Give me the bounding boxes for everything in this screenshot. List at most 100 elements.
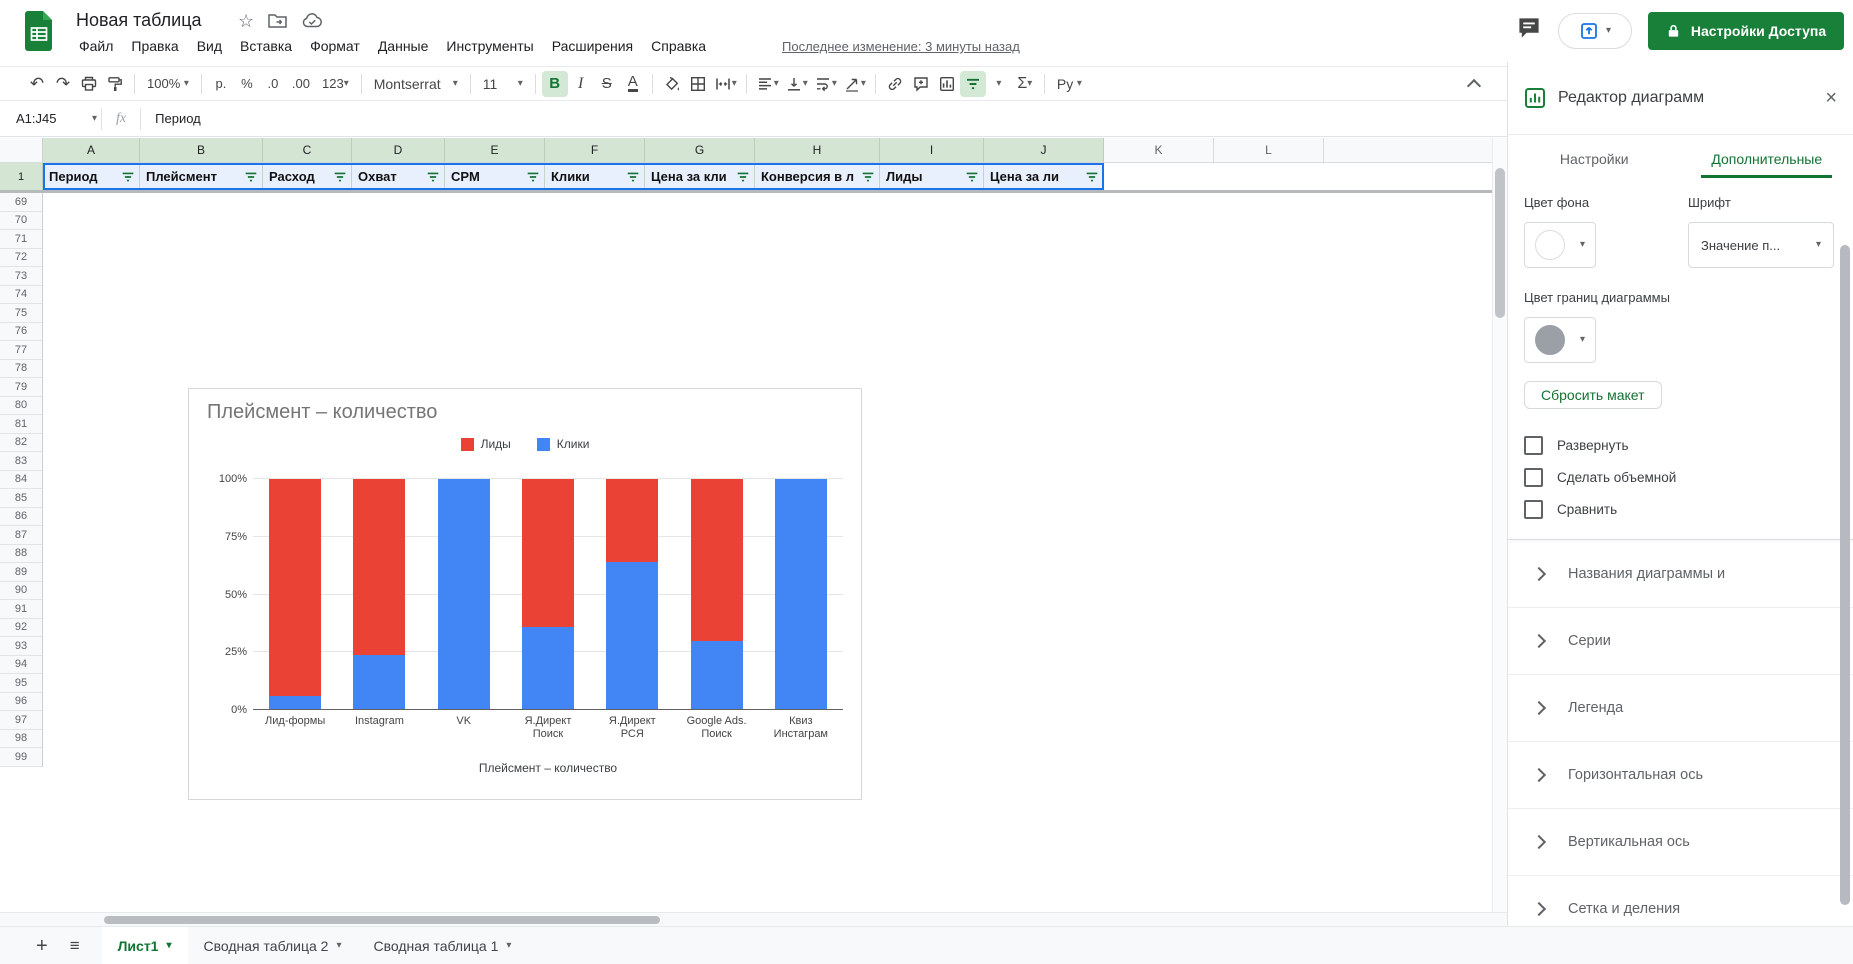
filter-icon[interactable] xyxy=(425,169,441,185)
row-number[interactable]: 87 xyxy=(0,526,42,545)
zoom-select[interactable]: 100% ▾ xyxy=(141,71,195,97)
row-number[interactable]: 89 xyxy=(0,563,42,582)
select-all-corner[interactable] xyxy=(0,138,43,163)
frozen-row-divider[interactable] xyxy=(0,190,1492,193)
percent-format-button[interactable]: % xyxy=(234,71,260,97)
column-header[interactable]: G xyxy=(645,138,755,163)
header-cell[interactable]: Плейсмент xyxy=(140,163,263,190)
header-cell[interactable]: Цена за ли xyxy=(984,163,1104,190)
menu-item[interactable]: Вставка xyxy=(231,36,301,56)
row-number[interactable]: 83 xyxy=(0,452,42,471)
filter-icon[interactable] xyxy=(964,169,980,185)
checkbox-row[interactable]: Сравнить xyxy=(1524,493,1837,525)
row-header-1[interactable]: 1 xyxy=(0,163,43,190)
row-number[interactable]: 84 xyxy=(0,471,42,490)
bold-button[interactable]: B xyxy=(542,71,568,97)
filter-views-caret[interactable]: ▾ xyxy=(986,71,1012,97)
row-number[interactable]: 81 xyxy=(0,415,42,434)
row-number[interactable]: 77 xyxy=(0,341,42,360)
filter-button[interactable] xyxy=(960,71,986,97)
row-number[interactable]: 78 xyxy=(0,360,42,379)
formula-input[interactable]: Период xyxy=(155,111,201,126)
input-tools-button[interactable]: Ру ▾ xyxy=(1051,71,1088,97)
borders-icon[interactable] xyxy=(685,71,711,97)
panel-section[interactable]: Вертикальная ось xyxy=(1508,808,1853,875)
row-number[interactable]: 92 xyxy=(0,619,42,638)
row-number[interactable]: 70 xyxy=(0,212,42,231)
fill-color-icon[interactable] xyxy=(659,71,685,97)
panel-section[interactable]: Названия диаграммы и xyxy=(1508,540,1853,607)
merge-cells-button[interactable]: ▾ xyxy=(711,71,740,97)
row-number[interactable]: 73 xyxy=(0,267,42,286)
row-number[interactable]: 90 xyxy=(0,582,42,601)
checkbox[interactable] xyxy=(1524,500,1543,519)
menu-item[interactable]: Формат xyxy=(301,36,369,56)
insert-comment-icon[interactable] xyxy=(908,71,934,97)
undo-icon[interactable]: ↶ xyxy=(24,71,50,97)
sheet-tab[interactable]: Лист1▾ xyxy=(102,927,188,964)
horizontal-scrollbar[interactable] xyxy=(0,912,1507,926)
filter-icon[interactable] xyxy=(625,169,641,185)
row-number[interactable]: 86 xyxy=(0,508,42,527)
column-header[interactable]: K xyxy=(1104,138,1214,163)
filter-icon[interactable] xyxy=(735,169,751,185)
header-cell[interactable]: Охват xyxy=(352,163,445,190)
header-cell[interactable]: Период xyxy=(43,163,140,190)
reset-layout-button[interactable]: Сбросить макет xyxy=(1524,381,1662,409)
sheets-logo-icon[interactable] xyxy=(24,10,54,52)
font-select[interactable]: Montserrat▾ xyxy=(368,71,464,97)
column-header[interactable]: F xyxy=(545,138,645,163)
header-cell[interactable]: Цена за кли xyxy=(645,163,755,190)
row-number[interactable]: 93 xyxy=(0,637,42,656)
strikethrough-button[interactable]: S xyxy=(594,71,620,97)
text-wrap-button[interactable]: ▾ xyxy=(811,71,840,97)
header-cell[interactable]: Лиды xyxy=(880,163,984,190)
filter-icon[interactable] xyxy=(332,169,348,185)
insert-link-icon[interactable] xyxy=(882,71,908,97)
redo-icon[interactable]: ↷ xyxy=(50,71,76,97)
filter-icon[interactable] xyxy=(1084,169,1100,185)
column-header[interactable]: I xyxy=(880,138,984,163)
panel-section[interactable]: Легенда xyxy=(1508,674,1853,741)
column-header[interactable]: E xyxy=(445,138,545,163)
menu-item[interactable]: Справка xyxy=(642,36,715,56)
column-header[interactable]: A xyxy=(43,138,140,163)
hide-menus-button[interactable] xyxy=(1462,72,1486,96)
close-icon[interactable]: × xyxy=(1825,88,1837,108)
italic-button[interactable]: I xyxy=(568,71,594,97)
increase-decimal-button[interactable]: .00 xyxy=(286,71,316,97)
embedded-chart[interactable]: Плейсмент – количество ЛидыКлики 0%25%50… xyxy=(188,388,862,800)
panel-scrollbar-thumb[interactable] xyxy=(1840,245,1850,905)
menu-item[interactable]: Файл xyxy=(70,36,122,56)
text-color-button[interactable]: A xyxy=(620,71,646,97)
row-number[interactable]: 91 xyxy=(0,600,42,619)
currency-format-button[interactable]: р. xyxy=(208,71,234,97)
text-rotation-button[interactable]: ▾ xyxy=(840,71,869,97)
row-number[interactable]: 85 xyxy=(0,489,42,508)
last-edit-link[interactable]: Последнее изменение: 3 минуты назад xyxy=(782,39,1020,54)
row-number[interactable]: 98 xyxy=(0,730,42,749)
header-cell[interactable]: Расход xyxy=(263,163,352,190)
sheet-tab[interactable]: Сводная таблица 2▾ xyxy=(188,927,358,964)
checkbox[interactable] xyxy=(1524,468,1543,487)
column-header[interactable]: D xyxy=(352,138,445,163)
name-box-caret[interactable]: ▾ xyxy=(92,114,97,124)
menu-item[interactable]: Инструменты xyxy=(437,36,542,56)
panel-tab[interactable]: Дополнительные xyxy=(1681,135,1853,181)
panel-section[interactable]: Серии xyxy=(1508,607,1853,674)
all-sheets-icon[interactable]: ≡ xyxy=(70,937,80,954)
share-access-button[interactable]: Настройки Доступа xyxy=(1648,12,1844,50)
checkbox-row[interactable]: Развернуть xyxy=(1524,429,1837,461)
row-number[interactable]: 74 xyxy=(0,286,42,305)
paint-format-icon[interactable] xyxy=(102,71,128,97)
row-number[interactable]: 76 xyxy=(0,323,42,342)
header-cell[interactable]: Клики xyxy=(545,163,645,190)
background-color-picker[interactable]: ▾ xyxy=(1524,222,1596,268)
chart-font-select[interactable]: Значение п... ▾ xyxy=(1688,222,1834,268)
menu-item[interactable]: Правка xyxy=(122,36,187,56)
row-number[interactable]: 95 xyxy=(0,674,42,693)
panel-section[interactable]: Горизонтальная ось xyxy=(1508,741,1853,808)
filter-icon[interactable] xyxy=(860,169,876,185)
row-number[interactable]: 72 xyxy=(0,249,42,268)
print-icon[interactable] xyxy=(76,71,102,97)
